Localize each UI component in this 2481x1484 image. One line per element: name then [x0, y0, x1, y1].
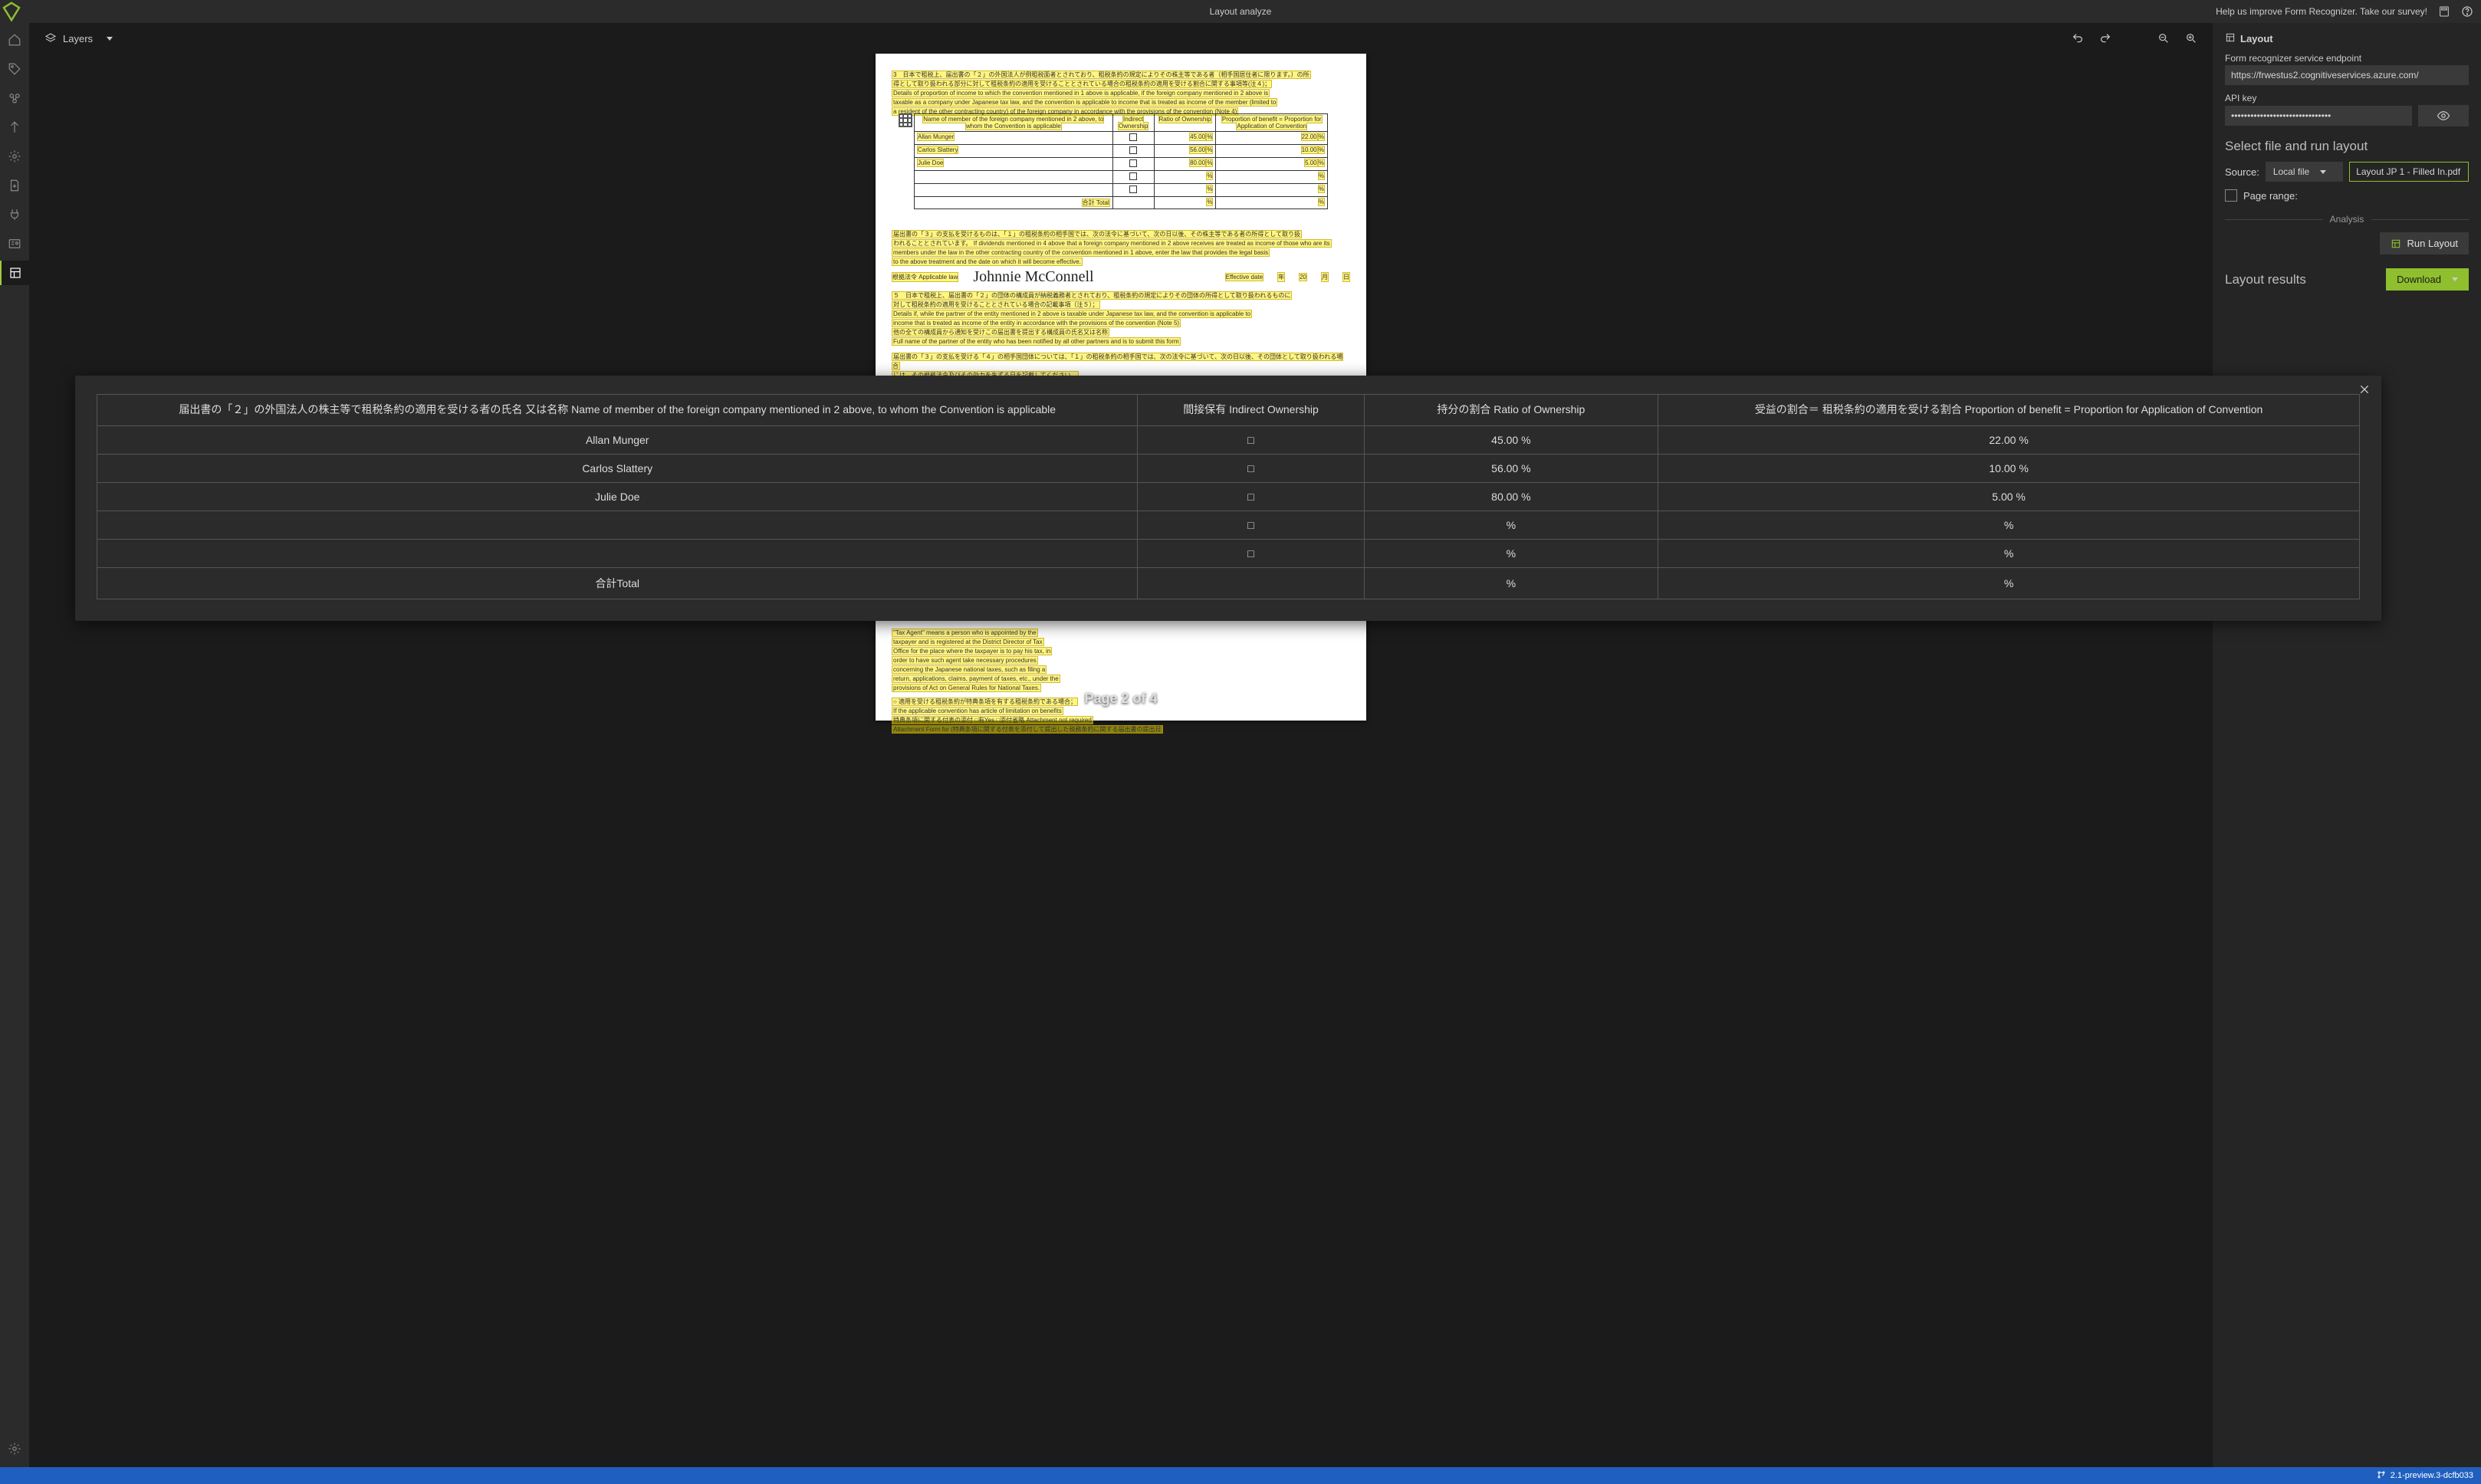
- source-label: Source:: [2225, 166, 2259, 178]
- source-select[interactable]: Local file: [2266, 162, 2343, 182]
- app-logo-icon: [0, 0, 23, 23]
- file-name-field[interactable]: Layout JP 1 - Filled In.pdf: [2349, 162, 2469, 182]
- apikey-input[interactable]: [2225, 106, 2412, 126]
- nav-analyze-icon[interactable]: [0, 144, 29, 169]
- select-file-title: Select file and run layout: [2225, 139, 2469, 154]
- canvas-toolbar: Layers: [29, 23, 2213, 54]
- status-bar: 2.1-preview.3-dcfb033: [0, 1467, 2481, 1484]
- apikey-label: API key: [2225, 93, 2469, 103]
- endpoint-label: Form recognizer service endpoint: [2225, 53, 2469, 64]
- canvas-area: Layers 3 日本で租税上、届出書の「２」の外国法人が例租税面者とされており…: [29, 23, 2213, 1467]
- nav-compose-icon[interactable]: [0, 115, 29, 140]
- th-benefit: 受益の割合＝ 租税条約の適用を受ける割合 Proportion of benef…: [1658, 395, 2360, 426]
- app-title: Layout analyze: [1210, 6, 1272, 17]
- mini-th-indirect: Indirect Ownership: [1119, 116, 1148, 130]
- nav-connect-icon[interactable]: [0, 202, 29, 227]
- page-range-label: Page range:: [2243, 190, 2298, 202]
- undo-icon[interactable]: [2072, 32, 2084, 44]
- layout-heading: Layout: [2240, 33, 2273, 44]
- table-row: 合計Total%%: [97, 567, 2360, 599]
- th-indirect: 間接保有 Indirect Ownership: [1138, 395, 1364, 426]
- nav-tag-icon[interactable]: [0, 57, 29, 81]
- page-range-checkbox[interactable]: [2225, 189, 2237, 202]
- th-ratio: 持分の割合 Ratio of Ownership: [1364, 395, 1658, 426]
- right-panel: Layout Form recognizer service endpoint …: [2213, 23, 2481, 1467]
- workspace: Layers 3 日本で租税上、届出書の「２」の外国法人が例租税面者とされており…: [29, 23, 2481, 1467]
- layout-panel-icon: [2225, 32, 2236, 45]
- table-row: Allan Munger□45.00 %22.00 %: [97, 425, 2360, 454]
- zoom-out-icon[interactable]: [2157, 32, 2170, 44]
- nav-layout-icon[interactable]: [0, 261, 29, 285]
- mini-th-benefit: Proportion of benefit = Proportion for A…: [1222, 116, 1322, 130]
- table-row: Julie Doe□80.00 %5.00 %: [97, 482, 2360, 511]
- analysis-divider-label: Analysis: [2330, 214, 2364, 225]
- result-table: 届出書の「２」の外国法人の株主等で租税条約の適用を受ける者の氏名 又は名称 Na…: [97, 394, 2360, 599]
- endpoint-input[interactable]: [2225, 65, 2469, 85]
- layers-icon: [44, 32, 57, 44]
- download-button[interactable]: Download: [2386, 268, 2469, 291]
- table-row: Carlos Slattery□56.00 %10.00 %: [97, 454, 2360, 482]
- branch-icon: [2377, 1470, 2386, 1482]
- nav-model-icon[interactable]: [0, 86, 29, 110]
- layout-results-title: Layout results: [2225, 272, 2306, 287]
- title-bar: Layout analyze Help us improve Form Reco…: [0, 0, 2481, 23]
- layers-label[interactable]: Layers: [63, 33, 93, 44]
- nav-new-doc-icon[interactable]: [0, 173, 29, 198]
- modal-close-icon[interactable]: [2358, 383, 2371, 399]
- left-nav: [0, 23, 29, 1467]
- nav-home-icon[interactable]: [0, 28, 29, 52]
- canvas-viewport[interactable]: 3 日本で租税上、届出書の「２」の外国法人が例租税面者とされており、租税条約の規…: [29, 54, 2213, 1467]
- nav-prebuilt-icon[interactable]: [0, 231, 29, 256]
- version-text: 2.1-preview.3-dcfb033: [2391, 1471, 2473, 1480]
- table-row: □%%: [97, 539, 2360, 567]
- table-result-modal: 届出書の「２」の外国法人の株主等で租税条約の適用を受ける者の氏名 又は名称 Na…: [75, 376, 2381, 621]
- signature-text: Johnnie McConnell: [973, 268, 1093, 286]
- help-icon[interactable]: [2461, 5, 2473, 18]
- settings-gear-icon[interactable]: [0, 1436, 29, 1461]
- mini-th-ratio: Ratio of Ownership: [1159, 116, 1211, 123]
- redo-icon[interactable]: [2099, 32, 2111, 44]
- layers-chevron-down-icon[interactable]: [102, 37, 113, 41]
- apikey-reveal-button[interactable]: [2418, 105, 2469, 126]
- zoom-in-icon[interactable]: [2185, 32, 2197, 44]
- run-layout-button[interactable]: Run Layout: [2380, 232, 2469, 254]
- table-row: □%%: [97, 511, 2360, 539]
- page-number-overlay: Page 2 of 4: [1084, 691, 1157, 707]
- survey-link[interactable]: Help us improve Form Recognizer. Take ou…: [2216, 6, 2427, 17]
- feedback-icon[interactable]: [2438, 5, 2450, 18]
- mini-data-table: Name of member of the foreign company me…: [914, 113, 1328, 209]
- th-name: 届出書の「２」の外国法人の株主等で租税条約の適用を受ける者の氏名 又は名称 Na…: [97, 395, 1138, 426]
- table-detected-icon[interactable]: [899, 113, 912, 127]
- mini-th-name: Name of member of the foreign company me…: [923, 116, 1103, 130]
